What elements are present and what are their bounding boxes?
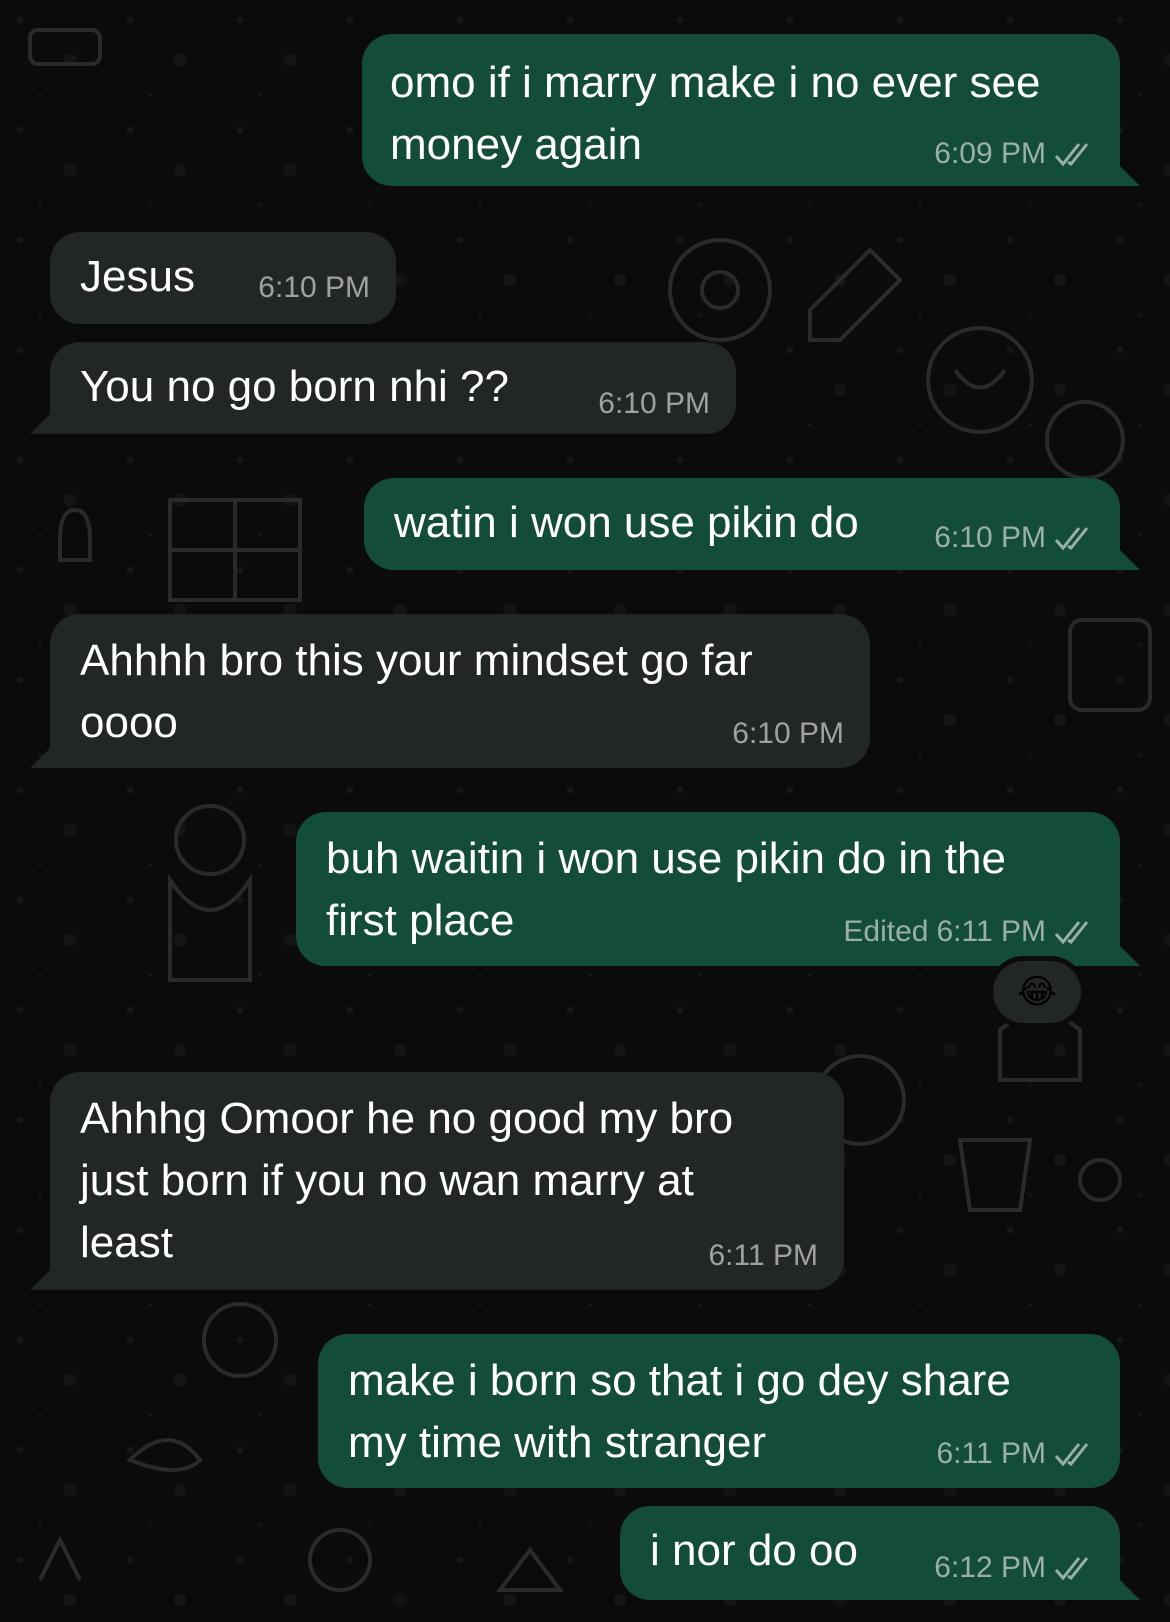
message-time: 6:11 PM — [936, 915, 1047, 948]
read-double-check-icon — [1054, 1443, 1089, 1467]
message-text: i nor do oo — [650, 1526, 858, 1575]
message-time: 6:09 PM — [934, 137, 1046, 170]
message-meta: 6:10 PM — [934, 520, 1094, 556]
edited-label: Edited — [843, 915, 929, 948]
read-double-check-icon — [1054, 143, 1089, 167]
laughing-emoji-icon: 😂 — [1017, 973, 1057, 1011]
message-text: Jesus — [80, 252, 195, 301]
message-meta: 6:10 PM — [732, 716, 844, 752]
message-bubble-outgoing[interactable]: watin i won use pikin do 6:10 PM — [364, 478, 1120, 570]
message-bubble-outgoing[interactable]: buh waitin i won use pikin do in the fir… — [296, 812, 1120, 966]
bubble-tail — [1118, 1578, 1140, 1600]
message-time: 6:10 PM — [598, 387, 710, 420]
message-meta: Edited 6:11 PM — [843, 914, 1094, 950]
message-meta: 6:10 PM — [258, 270, 370, 306]
message-bubble-incoming[interactable]: Ahhhh bro this your mindset go far oooo … — [50, 614, 870, 768]
read-double-check-icon — [1054, 1557, 1089, 1581]
message-text: Ahhhg Omoor he no good my bro just born … — [80, 1094, 734, 1267]
message-text: Ahhhh bro this your mindset go far oooo — [80, 636, 753, 747]
message-time: 6:10 PM — [934, 521, 1046, 554]
bubble-tail — [30, 1268, 52, 1290]
message-bubble-outgoing[interactable]: i nor do oo 6:12 PM — [620, 1506, 1120, 1600]
message-bubble-incoming[interactable]: You no go born nhi ?? 6:10 PM — [50, 342, 736, 434]
read-double-check-icon — [1054, 527, 1089, 551]
bubble-tail — [1118, 548, 1140, 570]
message-time: 6:11 PM — [708, 1239, 819, 1272]
message-time: 6:11 PM — [936, 1437, 1047, 1470]
message-text: watin i won use pikin do — [394, 498, 859, 547]
read-double-check-icon — [1054, 921, 1089, 945]
message-bubble-incoming[interactable]: Ahhhg Omoor he no good my bro just born … — [50, 1072, 844, 1290]
message-meta: 6:11 PM — [937, 1436, 1095, 1472]
message-bubble-incoming[interactable]: Jesus 6:10 PM — [50, 232, 396, 324]
message-bubble-outgoing[interactable]: omo if i marry make i no ever see money … — [362, 34, 1120, 186]
bubble-tail — [1118, 164, 1140, 186]
message-time: 6:10 PM — [732, 717, 844, 750]
message-meta: 6:09 PM — [934, 136, 1094, 172]
message-text: You no go born nhi ?? — [80, 362, 509, 411]
bubble-tail — [1118, 944, 1140, 966]
message-time: 6:10 PM — [258, 271, 370, 304]
bubble-tail — [30, 746, 52, 768]
message-time: 6:12 PM — [934, 1551, 1046, 1584]
message-meta: 6:10 PM — [598, 386, 710, 422]
reaction-badge[interactable]: 😂 — [988, 956, 1086, 1028]
message-meta: 6:11 PM — [709, 1238, 819, 1274]
message-bubble-outgoing[interactable]: make i born so that i go dey share my ti… — [318, 1334, 1120, 1488]
bubble-tail — [30, 412, 52, 434]
message-meta: 6:12 PM — [934, 1550, 1094, 1586]
